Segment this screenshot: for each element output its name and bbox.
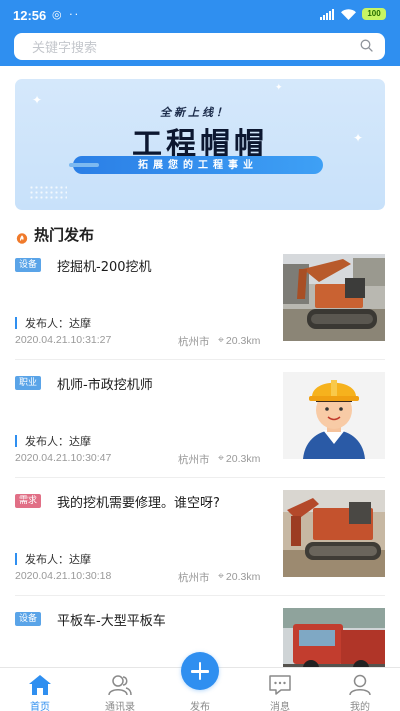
banner-subtitle: 全新上线！ (160, 106, 230, 119)
publisher: 发布人：达摩 (15, 552, 91, 566)
category-tag: 需求 (15, 494, 42, 508)
post-image[interactable] (283, 372, 385, 459)
publisher: 发布人：达摩 (15, 316, 91, 330)
post-time: 2020.04.21.10:30:18 (15, 570, 112, 582)
distance-value: 20.3km (225, 570, 261, 583)
contacts-icon (108, 674, 132, 696)
battery-icon: 100 (362, 8, 386, 20)
distance-value: 20.3km (225, 452, 261, 465)
post-time: 2020.04.21.10:30:47 (15, 452, 112, 464)
sparkle-icon: ✦ (275, 83, 283, 93)
publish-plus-button[interactable] (181, 652, 219, 690)
search-input[interactable]: 关键字搜索 (14, 33, 385, 60)
header: 12:56 ◎ ·· 100 关键字搜索 (0, 0, 400, 66)
notification-icons: ◎ ·· (52, 8, 81, 21)
post-title: 平板车-大型平板车 (57, 614, 166, 629)
post-city: 杭州市 (178, 336, 210, 348)
status-time: 12:56 (13, 8, 47, 23)
tab-label: 发布 (190, 702, 210, 711)
post-image[interactable] (283, 254, 385, 341)
home-icon (28, 674, 52, 696)
distance-value: 20.3km (225, 334, 261, 347)
list-item[interactable]: 职业 机师-市政挖机师 发布人：达摩 2020.04.21.10:30:47 杭… (0, 366, 400, 484)
post-title: 机师-市政挖机师 (57, 378, 153, 393)
post-title: 挖掘机-200挖机 (57, 260, 152, 275)
wifi-icon (341, 8, 356, 20)
post-distance: ⌖ 20.3km (218, 570, 260, 583)
sparkle-icon: ✦ (32, 93, 43, 107)
tab-mine[interactable]: 我的 (320, 668, 400, 711)
publisher-label: 发布人：达摩 (25, 316, 91, 330)
signal-icon (320, 8, 334, 20)
post-image[interactable] (283, 490, 385, 577)
tab-contacts[interactable]: 通讯录 (80, 668, 160, 711)
app-screen: 12:56 ◎ ·· 100 关键字搜索 ✦ ✦ ✦ 全新上线！ 工程帽帽 拓展… (0, 0, 400, 711)
tab-messages[interactable]: 消息 (240, 668, 320, 711)
promo-banner[interactable]: ✦ ✦ ✦ 全新上线！ 工程帽帽 拓展您的工程事业 (15, 79, 385, 210)
search-icon[interactable] (360, 37, 373, 56)
profile-icon (348, 674, 372, 696)
banner-dot-pattern (29, 185, 67, 199)
location-icon: ⌖ (218, 452, 224, 464)
section-title: 热门发布 (34, 226, 95, 244)
post-time: 2020.04.21.10:31:27 (15, 334, 112, 346)
publisher: 发布人：达摩 (15, 434, 91, 448)
message-icon (268, 674, 292, 696)
publisher-label: 发布人：达摩 (25, 552, 91, 566)
tab-label: 我的 (350, 702, 370, 711)
status-bar: 12:56 ◎ ·· 100 (0, 0, 400, 30)
tab-home[interactable]: 首页 (0, 668, 80, 711)
category-tag: 设备 (15, 612, 42, 626)
tab-label: 消息 (270, 702, 290, 711)
post-city: 杭州市 (178, 572, 210, 584)
divider (15, 477, 385, 478)
location-icon: ⌖ (218, 334, 224, 346)
section-header: 热门发布 (16, 224, 94, 245)
location-icon: ⌖ (218, 570, 224, 582)
banner-ribbon-text: 拓展您的工程事业 (138, 160, 258, 171)
list-item[interactable]: 需求 我的挖机需要修理。谁空呀? 发布人：达摩 2020.04.21.10:30… (0, 484, 400, 602)
tab-label: 首页 (30, 702, 50, 711)
category-tag: 设备 (15, 258, 42, 272)
fire-icon (16, 229, 28, 244)
divider (15, 359, 385, 360)
post-title: 我的挖机需要修理。谁空呀? (57, 496, 220, 511)
post-distance: ⌖ 20.3km (218, 452, 260, 465)
post-city: 杭州市 (178, 454, 210, 466)
category-tag: 职业 (15, 376, 42, 390)
tab-label: 通讯录 (105, 702, 135, 711)
publisher-label: 发布人：达摩 (25, 434, 91, 448)
post-distance: ⌖ 20.3km (218, 334, 260, 347)
list-item[interactable]: 设备 挖掘机-200挖机 发布人：达摩 2020.04.21.10:31:27 … (0, 248, 400, 366)
divider (15, 595, 385, 596)
search-placeholder: 关键字搜索 (32, 41, 98, 56)
